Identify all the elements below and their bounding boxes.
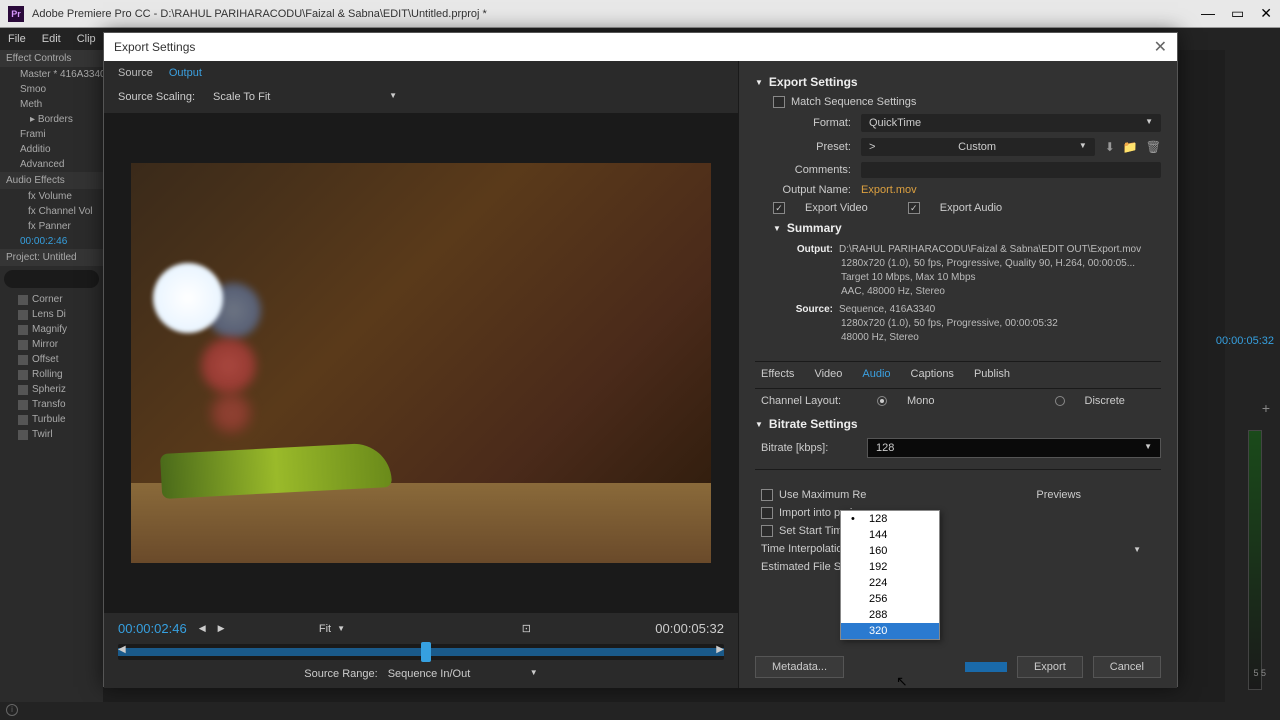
import-project-checkbox[interactable] xyxy=(761,507,773,519)
export-settings-header[interactable]: ▼Export Settings xyxy=(755,71,1161,93)
menu-edit[interactable]: Edit xyxy=(42,33,61,45)
match-sequence-checkbox[interactable] xyxy=(773,96,785,108)
tab-captions[interactable]: Captions xyxy=(911,368,954,380)
bitrate-option-144[interactable]: 144 xyxy=(841,527,939,543)
preset-dropdown[interactable]: >Custom▼ xyxy=(861,138,1095,156)
preview-image xyxy=(131,163,711,563)
maximize-icon[interactable]: ▭ xyxy=(1231,5,1244,22)
summary-header[interactable]: ▼Summary xyxy=(755,217,1161,239)
preview-area xyxy=(104,113,738,613)
delete-preset-icon[interactable]: 🗑 xyxy=(1146,140,1161,154)
tab-output[interactable]: Output xyxy=(169,67,202,79)
bitrate-option-160[interactable]: 160 xyxy=(841,543,939,559)
status-bar: i xyxy=(0,702,1280,720)
project-header[interactable]: Project: Untitled xyxy=(0,249,103,266)
fit-dropdown[interactable]: Fit▼ xyxy=(319,623,345,635)
step-back-icon[interactable]: ◀ xyxy=(199,623,206,634)
format-dropdown[interactable]: QuickTime▼ xyxy=(861,114,1161,132)
scaling-label: Source Scaling: xyxy=(118,91,195,103)
dialog-title: Export Settings xyxy=(114,40,195,54)
out-timecode: 00:00:05:32 xyxy=(655,621,724,636)
audio-effects-header: Audio Effects xyxy=(0,172,103,189)
tab-publish[interactable]: Publish xyxy=(974,368,1010,380)
export-video-checkbox[interactable] xyxy=(773,202,785,214)
bitrate-dropdown[interactable]: 128▼ xyxy=(867,438,1161,458)
close-icon[interactable]: ✕ xyxy=(1260,5,1272,22)
output-name-link[interactable]: Export.mov xyxy=(861,184,917,196)
import-preset-icon[interactable]: 📁 xyxy=(1123,140,1138,154)
info-icon[interactable]: i xyxy=(6,704,18,716)
crop-icon[interactable]: ⊡ xyxy=(522,622,531,635)
start-timecode-checkbox[interactable] xyxy=(761,525,773,537)
dialog-close-button[interactable]: ✕ xyxy=(1154,37,1167,57)
master-clip[interactable]: Master * 416A3340 xyxy=(0,67,103,82)
add-icon[interactable]: + xyxy=(1262,400,1270,416)
timeline-timecode: 00:00:05:32 xyxy=(1216,335,1274,347)
channel-mono-radio[interactable] xyxy=(877,396,887,406)
queue-button[interactable] xyxy=(965,662,1007,672)
in-timecode[interactable]: 00:00:02:46 xyxy=(118,621,187,636)
comments-input[interactable] xyxy=(861,162,1161,178)
bitrate-option-192[interactable]: 192 xyxy=(841,559,939,575)
tab-video[interactable]: Video xyxy=(814,368,842,380)
dialog-title-bar: Export Settings ✕ xyxy=(104,33,1177,61)
tab-source[interactable]: Source xyxy=(118,67,153,79)
tab-audio[interactable]: Audio xyxy=(862,368,890,380)
bitrate-settings-header[interactable]: ▼Bitrate Settings xyxy=(755,413,1161,435)
save-preset-icon[interactable]: ⬇ xyxy=(1105,140,1115,154)
minimize-icon[interactable]: — xyxy=(1201,5,1215,22)
channel-discrete-radio[interactable] xyxy=(1055,396,1065,406)
source-range-dropdown[interactable]: Sequence In/Out▼ xyxy=(388,668,538,680)
bitrate-option-256[interactable]: 256 xyxy=(841,591,939,607)
audio-meter xyxy=(1248,430,1262,690)
app-icon: Pr xyxy=(8,6,24,22)
left-sidebar: Effect Controls Master * 416A3340 Smoo M… xyxy=(0,50,103,720)
max-render-checkbox[interactable] xyxy=(761,489,773,501)
metadata-button[interactable]: Metadata... xyxy=(755,656,844,678)
app-title: Adobe Premiere Pro CC - D:\RAHUL PARIHAR… xyxy=(32,8,1201,20)
bitrate-option-320[interactable]: 320 xyxy=(841,623,939,639)
bitrate-option-288[interactable]: 288 xyxy=(841,607,939,623)
playhead[interactable] xyxy=(421,642,431,662)
range-slider[interactable]: ◀▶ xyxy=(118,644,724,660)
effect-controls-header[interactable]: Effect Controls xyxy=(0,50,103,67)
right-panel: 00:00:05:32 + 5 5 xyxy=(1225,50,1280,720)
export-button[interactable]: Export xyxy=(1017,656,1083,678)
export-settings-dialog: Export Settings ✕ Source Output Source S… xyxy=(103,32,1178,687)
export-audio-checkbox[interactable] xyxy=(908,202,920,214)
cancel-button[interactable]: Cancel xyxy=(1093,656,1161,678)
search-input[interactable] xyxy=(4,270,99,288)
source-range-label: Source Range: xyxy=(304,668,377,680)
scaling-dropdown[interactable]: Scale To Fit▼ xyxy=(205,89,405,105)
step-fwd-icon[interactable]: ▶ xyxy=(218,623,225,634)
bitrate-option-224[interactable]: 224 xyxy=(841,575,939,591)
menu-file[interactable]: File xyxy=(8,33,26,45)
bitrate-option-128[interactable]: 128 xyxy=(841,511,939,527)
app-title-bar: Pr Adobe Premiere Pro CC - D:\RAHUL PARI… xyxy=(0,0,1280,28)
tab-effects[interactable]: Effects xyxy=(761,368,794,380)
menu-clip[interactable]: Clip xyxy=(77,33,96,45)
bitrate-options-popup: 128 144 160 192 224 256 288 320 xyxy=(840,510,940,640)
